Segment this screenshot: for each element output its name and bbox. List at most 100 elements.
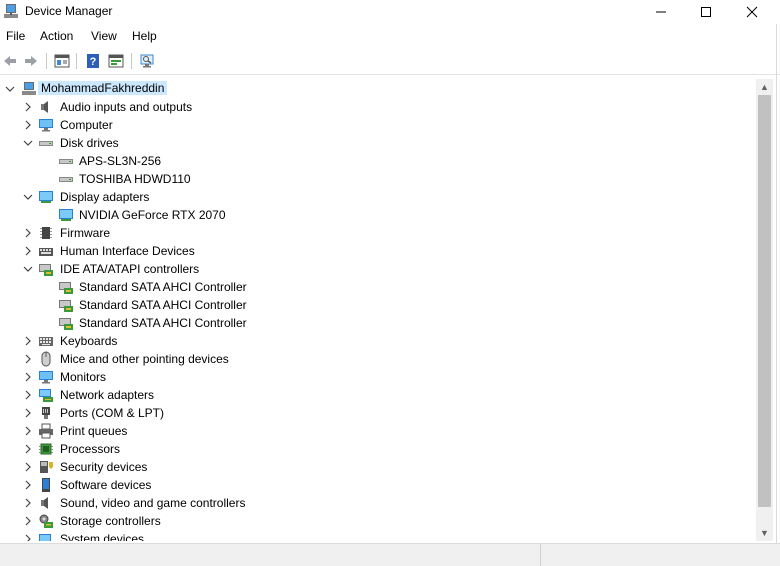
chevron-down-icon[interactable]: [4, 80, 16, 98]
disk-drive-icon: [39, 141, 53, 146]
tree-category-label: Monitors: [60, 370, 107, 384]
tree-category-label: Processors: [60, 442, 121, 456]
tree-category-ide-ata-atapi-controllers[interactable]: IDE ATA/ATAPI controllers: [0, 260, 756, 278]
chevron-right-icon[interactable]: [22, 404, 34, 422]
tree-device-standard-sata-ahci-controller[interactable]: Standard SATA AHCI Controller: [0, 278, 756, 296]
tree-category-system-devices[interactable]: System devices: [0, 530, 756, 541]
vertical-scrollbar[interactable]: ▲ ▼: [756, 79, 773, 541]
properties-button[interactable]: [52, 51, 72, 71]
help-icon: ?: [87, 54, 99, 68]
chevron-right-icon[interactable]: [22, 476, 34, 494]
processor-icon: [39, 443, 53, 455]
chevron-down-icon[interactable]: [22, 134, 34, 152]
properties-icon: [54, 54, 70, 68]
toolbar: ?: [0, 49, 780, 73]
maximize-icon: [701, 7, 711, 17]
printer-icon: [39, 423, 53, 439]
tree-category-security-devices[interactable]: Security devices: [0, 458, 756, 476]
menu-file[interactable]: File: [6, 29, 25, 43]
chevron-right-icon[interactable]: [22, 494, 34, 512]
tree-device-aps-sl3n-256[interactable]: APS-SL3N-256: [0, 152, 756, 170]
chevron-right-icon[interactable]: [22, 530, 34, 541]
tree-category-mice-and-other-pointing-devices[interactable]: Mice and other pointing devices: [0, 350, 756, 368]
chevron-right-icon[interactable]: [22, 458, 34, 476]
close-icon: [746, 6, 758, 18]
tree-category-label: Disk drives: [60, 136, 119, 150]
monitor-icon: [39, 371, 53, 384]
tree-category-network-adapters[interactable]: Network adapters: [0, 386, 756, 404]
tree-category-print-queues[interactable]: Print queues: [0, 422, 756, 440]
window-edge: [776, 24, 777, 543]
close-button[interactable]: [729, 0, 775, 24]
tree-category-label: Print queues: [60, 424, 128, 438]
tree-device-nvidia-geforce-rtx-2070[interactable]: NVIDIA GeForce RTX 2070: [0, 206, 756, 224]
tree-category-software-devices[interactable]: Software devices: [0, 476, 756, 494]
chevron-right-icon[interactable]: [22, 512, 34, 530]
chevron-right-icon[interactable]: [22, 368, 34, 386]
tree-category-label: Firmware: [60, 226, 110, 240]
tree-device-toshiba-hdwd110[interactable]: TOSHIBA HDWD110: [0, 170, 756, 188]
chevron-right-icon[interactable]: [22, 350, 34, 368]
tree-category-disk-drives[interactable]: Disk drives: [0, 134, 756, 152]
tree-device-label: APS-SL3N-256: [79, 154, 162, 168]
tree-category-keyboards[interactable]: Keyboards: [0, 332, 756, 350]
tree-category-ports-com-lpt[interactable]: Ports (COM & LPT): [0, 404, 756, 422]
tree-category-label: IDE ATA/ATAPI controllers: [60, 262, 200, 276]
scan-hardware-button[interactable]: [137, 51, 157, 71]
computer-root-icon: [22, 82, 36, 95]
update-driver-icon: [108, 54, 124, 68]
chevron-right-icon[interactable]: [22, 422, 34, 440]
tree-device-label: NVIDIA GeForce RTX 2070: [79, 208, 226, 222]
tree-category-human-interface-devices[interactable]: Human Interface Devices: [0, 242, 756, 260]
tree-category-firmware[interactable]: Firmware: [0, 224, 756, 242]
chevron-right-icon[interactable]: [22, 386, 34, 404]
chevron-right-icon[interactable]: [22, 224, 34, 242]
tree-category-label: Ports (COM & LPT): [60, 406, 165, 420]
tree-category-label: Sound, video and game controllers: [60, 496, 246, 510]
ide-controller-icon: [59, 318, 73, 330]
tree-device-label: Standard SATA AHCI Controller: [79, 316, 247, 330]
tree-category-display-adapters[interactable]: Display adapters: [0, 188, 756, 206]
disk-drive-icon: [59, 177, 73, 182]
minimize-icon: [656, 11, 666, 13]
security-device-icon: [40, 461, 53, 473]
tree-category-monitors[interactable]: Monitors: [0, 368, 756, 386]
status-cell: [541, 544, 778, 566]
update-driver-button[interactable]: [106, 51, 126, 71]
tree-category-computer[interactable]: Computer: [0, 116, 756, 134]
tree-device-label: Standard SATA AHCI Controller: [79, 280, 247, 294]
tree-device-label: TOSHIBA HDWD110: [79, 172, 191, 186]
tree-category-storage-controllers[interactable]: Storage controllers: [0, 512, 756, 530]
scroll-up-icon[interactable]: ▲: [756, 79, 773, 95]
tree-category-label: Computer: [60, 118, 113, 132]
chevron-down-icon[interactable]: [22, 188, 34, 206]
menu-action[interactable]: Action: [40, 29, 73, 43]
tree-device-standard-sata-ahci-controller[interactable]: Standard SATA AHCI Controller: [0, 314, 756, 332]
chevron-right-icon[interactable]: [22, 116, 34, 134]
scroll-thumb[interactable]: [758, 95, 771, 507]
tree-category-label: Keyboards: [60, 334, 118, 348]
forward-button[interactable]: [21, 51, 41, 71]
maximize-button[interactable]: [683, 0, 729, 24]
tree-category-label: Display adapters: [60, 190, 150, 204]
tree-category-audio-inputs-and-outputs[interactable]: Audio inputs and outputs: [0, 98, 756, 116]
chevron-right-icon[interactable]: [22, 242, 34, 260]
chevron-right-icon[interactable]: [22, 332, 34, 350]
tree-category-sound-video-and-game-controllers[interactable]: Sound, video and game controllers: [0, 494, 756, 512]
display-adapter-icon: [39, 191, 53, 203]
chevron-right-icon[interactable]: [22, 440, 34, 458]
chevron-right-icon[interactable]: [22, 98, 34, 116]
toolbar-separator: [76, 53, 77, 69]
scroll-down-icon[interactable]: ▼: [756, 525, 773, 541]
software-device-icon: [42, 478, 50, 492]
menu-help[interactable]: Help: [132, 29, 157, 43]
menu-view[interactable]: View: [91, 29, 117, 43]
help-button[interactable]: ?: [83, 51, 103, 71]
tree-category-processors[interactable]: Processors: [0, 440, 756, 458]
tree-device-standard-sata-ahci-controller[interactable]: Standard SATA AHCI Controller: [0, 296, 756, 314]
tree-root[interactable]: MohammadFakhreddin: [0, 80, 756, 98]
sound-controller-icon: [41, 497, 48, 509]
minimize-button[interactable]: [638, 0, 684, 24]
back-button[interactable]: [0, 51, 20, 71]
chevron-down-icon[interactable]: [22, 260, 34, 278]
